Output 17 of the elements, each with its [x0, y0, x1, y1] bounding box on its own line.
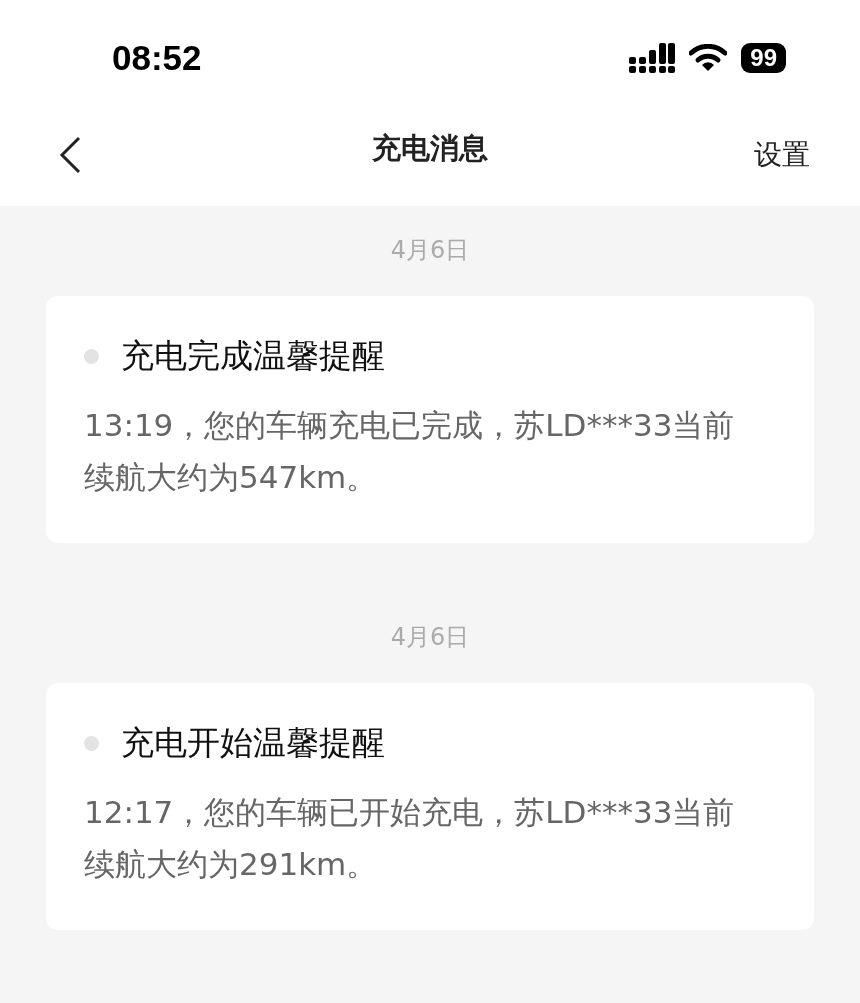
message-card[interactable]: 充电开始温馨提醒 12:17，您的车辆已开始充电，苏LD***33当前续航大约为291km。 [46, 683, 814, 930]
message-title: 充电开始温馨提醒 [121, 722, 385, 764]
settings-link[interactable]: 设置 [754, 135, 810, 174]
date-label: 4月6日 [390, 622, 470, 653]
dot-icon [84, 349, 99, 364]
signal-icon [629, 42, 676, 73]
date-label: 4月6日 [390, 235, 470, 266]
status-time: 08:52 [112, 37, 202, 78]
wifi-icon [689, 43, 728, 72]
dot-icon [84, 736, 99, 751]
page-title: 充电消息 [372, 131, 488, 165]
message-text: 12:17，您的车辆已开始充电，苏LD***33当前续航大约为291km。 [84, 793, 736, 884]
message-card[interactable]: 充电完成温馨提醒 13:19，您的车辆充电已完成，苏LD***33当前续航大约为547km。 [46, 296, 814, 543]
message-title: 充电完成温馨提醒 [121, 335, 385, 377]
back-button[interactable] [58, 135, 82, 174]
battery-indicator: 99 [741, 42, 786, 73]
message-text: 13:19，您的车辆充电已完成，苏LD***33当前续航大约为547km。 [84, 406, 736, 497]
